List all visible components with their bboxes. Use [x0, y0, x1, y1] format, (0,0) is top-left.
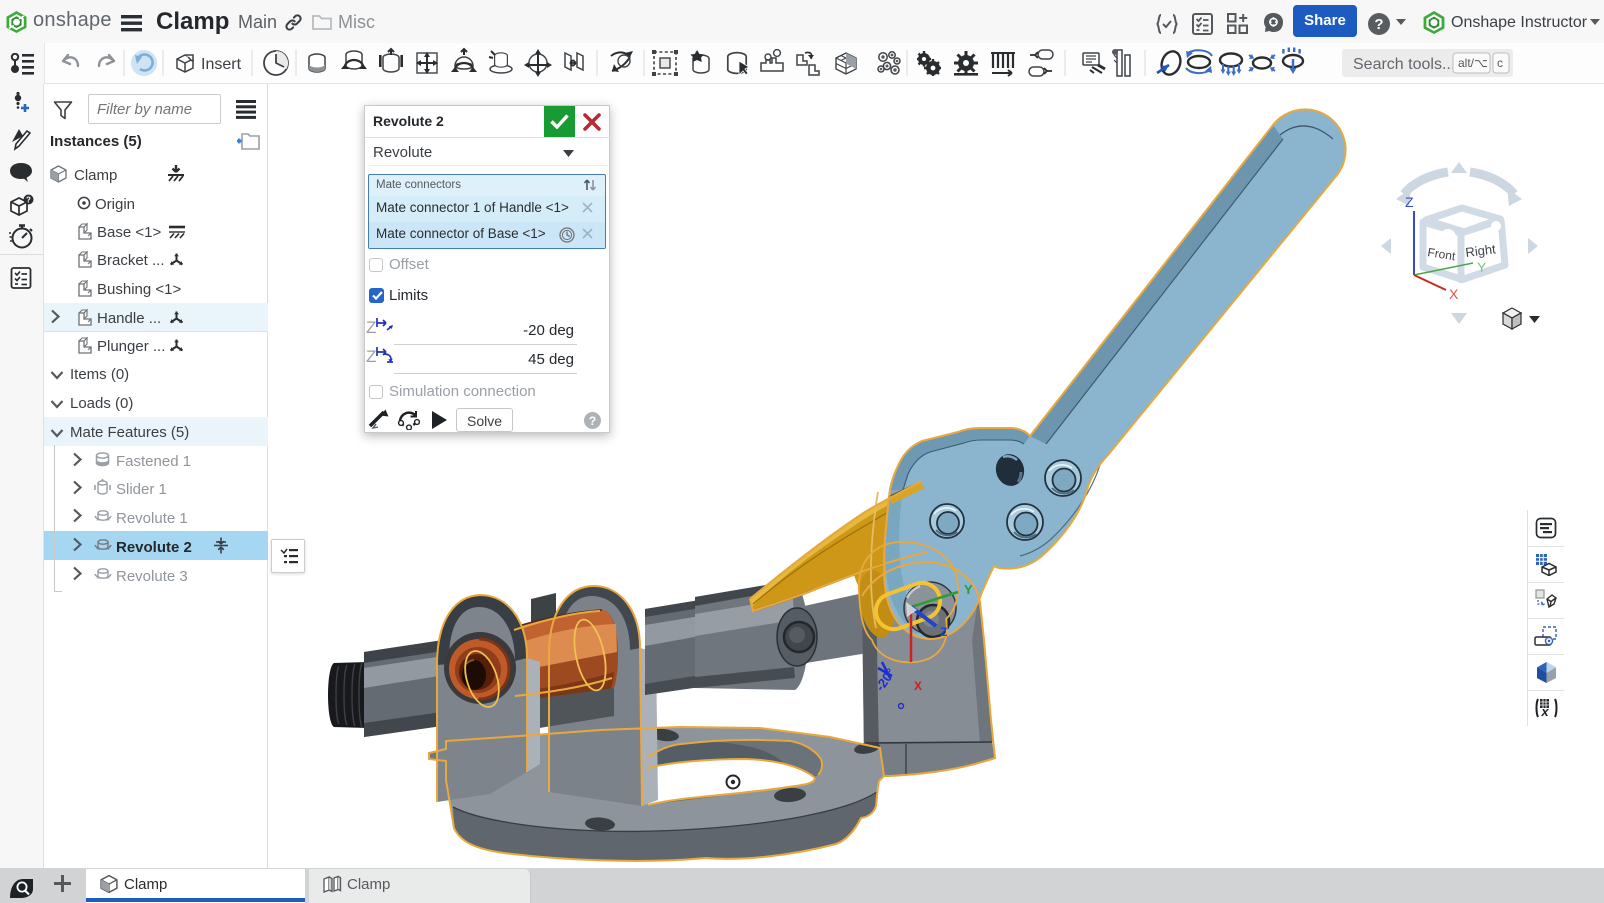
svg-text:?: ?	[1374, 16, 1383, 33]
svg-text:Insert: Insert	[201, 56, 242, 73]
svg-text:Y: Y	[964, 582, 973, 597]
svg-text:alt/⌥: alt/⌥	[1458, 56, 1488, 70]
svg-text:x: x	[1540, 704, 1549, 719]
svg-text:Search tools...: Search tools...	[1353, 56, 1455, 73]
svg-text:c: c	[1497, 56, 1503, 70]
svg-text:?: ?	[589, 414, 596, 428]
svg-text:X: X	[1449, 286, 1459, 302]
svg-text:?: ?	[26, 195, 31, 204]
svg-text:Z: Z	[1405, 194, 1414, 210]
svg-text:Y: Y	[1477, 259, 1487, 275]
svg-text:Z: Z	[940, 625, 947, 639]
svg-text:X: X	[914, 679, 922, 693]
